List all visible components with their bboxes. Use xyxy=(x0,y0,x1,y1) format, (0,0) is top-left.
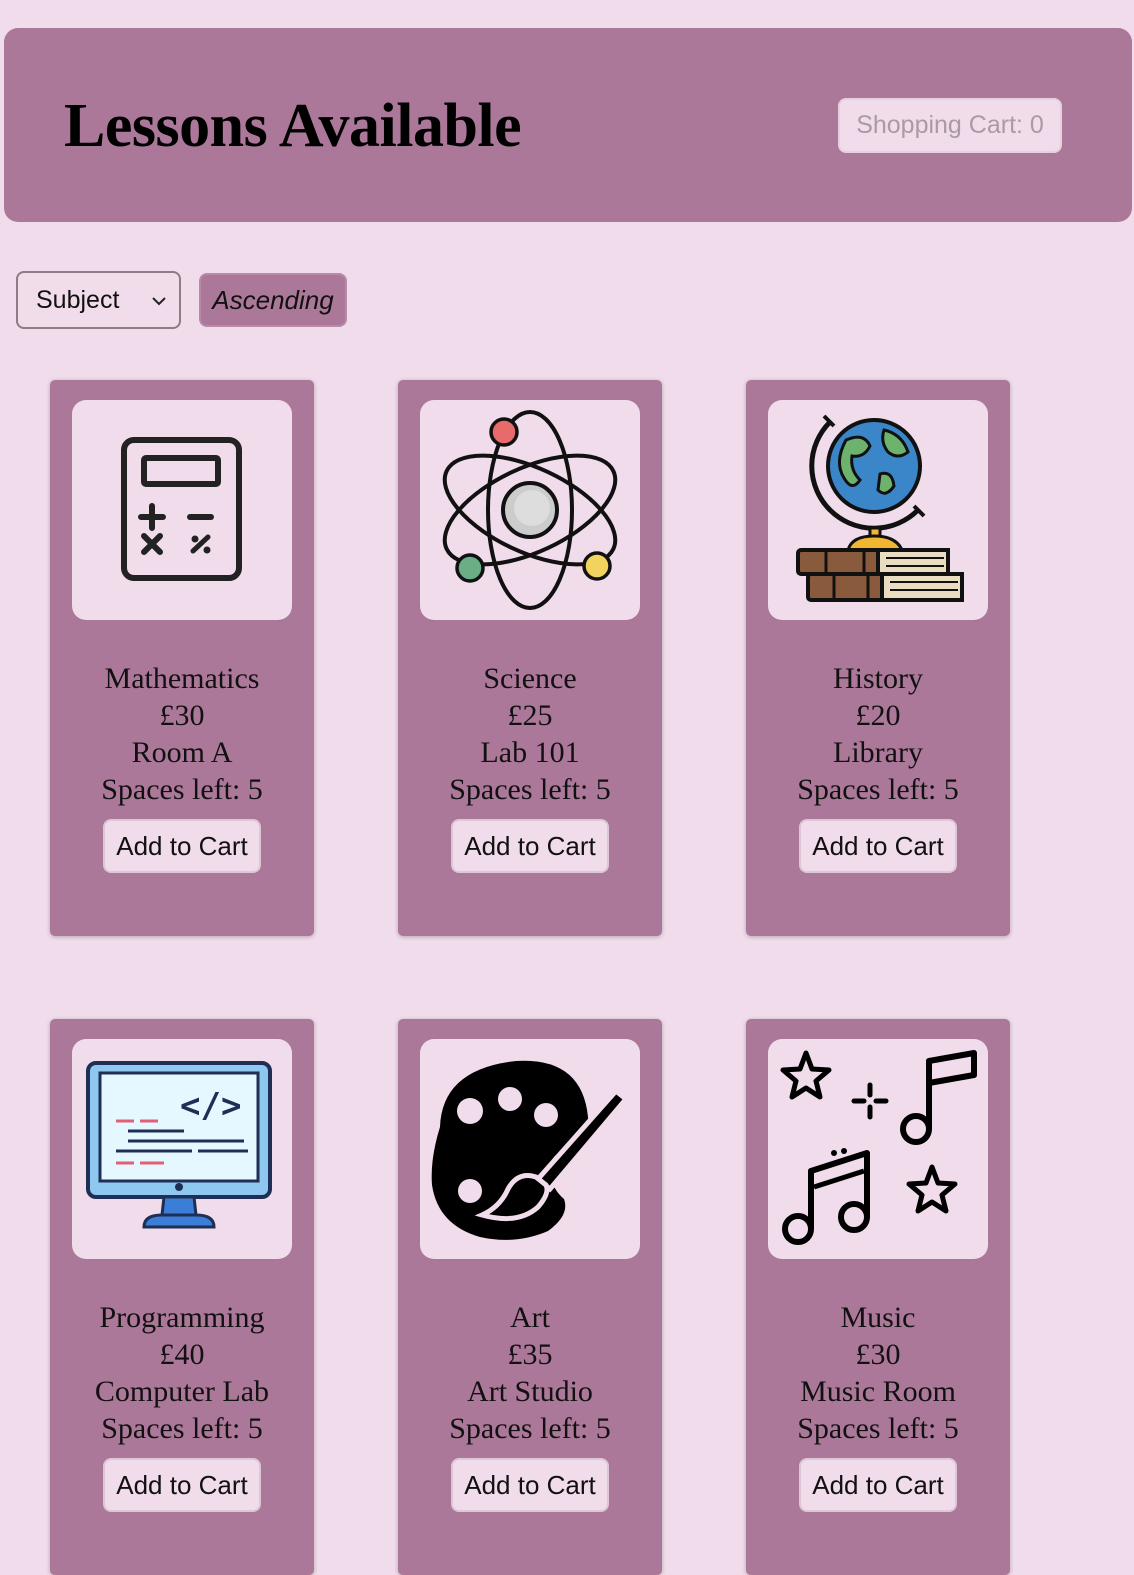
sort-field-value: Subject xyxy=(36,285,120,314)
svg-text:</>: </> xyxy=(180,1086,241,1126)
lesson-subject: History xyxy=(833,662,923,695)
lesson-price: £40 xyxy=(159,1338,205,1371)
lesson-image xyxy=(420,1039,640,1259)
lesson-info: Science £25 Lab 101 Spaces left: 5 xyxy=(398,660,662,808)
lesson-location: Lab 101 xyxy=(480,736,580,769)
add-to-cart-button[interactable]: Add to Cart xyxy=(103,1458,261,1512)
add-to-cart-button[interactable]: Add to Cart xyxy=(451,819,609,873)
lesson-info: Programming £40 Computer Lab Spaces left… xyxy=(50,1299,314,1447)
lesson-subject: Music xyxy=(840,1301,916,1334)
lesson-location: Art Studio xyxy=(467,1375,593,1408)
lesson-location: Library xyxy=(833,736,923,769)
lesson-info: Mathematics £30 Room A Spaces left: 5 xyxy=(50,660,314,808)
lesson-spaces: Spaces left: 5 xyxy=(797,1412,959,1445)
page-header: Lessons Available Shopping Cart: 0 xyxy=(4,28,1132,222)
lesson-subject: Programming xyxy=(99,1301,265,1334)
lesson-spaces: Spaces left: 5 xyxy=(101,1412,263,1445)
add-to-cart-button[interactable]: Add to Cart xyxy=(451,1458,609,1512)
code-monitor-icon: </> xyxy=(86,1061,272,1229)
lesson-card: History £20 Library Spaces left: 5 Add t… xyxy=(746,380,1010,936)
lesson-card: Mathematics £30 Room A Spaces left: 5 Ad… xyxy=(50,380,314,936)
lesson-info: History £20 Library Spaces left: 5 xyxy=(746,660,1010,808)
lesson-image xyxy=(72,400,292,620)
add-to-cart-button[interactable]: Add to Cart xyxy=(799,819,957,873)
music-notes-icon xyxy=(780,1050,977,1245)
lesson-location: Music Room xyxy=(800,1375,956,1408)
lesson-price: £20 xyxy=(855,699,901,732)
lesson-subject: Mathematics xyxy=(104,662,260,695)
lesson-spaces: Spaces left: 5 xyxy=(101,773,263,806)
lesson-card: Music £30 Music Room Spaces left: 5 Add … xyxy=(746,1019,1010,1575)
atom-icon xyxy=(442,410,618,610)
lesson-image: </> xyxy=(72,1039,292,1259)
lesson-spaces: Spaces left: 5 xyxy=(449,773,611,806)
lesson-subject: Science xyxy=(483,662,577,695)
chevron-down-icon xyxy=(152,297,166,306)
sort-order-button[interactable]: Ascending xyxy=(199,273,347,327)
lesson-image xyxy=(768,400,988,620)
sort-field-select[interactable]: Subject xyxy=(16,271,181,329)
add-to-cart-button[interactable]: Add to Cart xyxy=(799,1458,957,1512)
lesson-card: Science £25 Lab 101 Spaces left: 5 Add t… xyxy=(398,380,662,936)
lesson-price: £35 xyxy=(507,1338,553,1371)
shopping-cart-button[interactable]: Shopping Cart: 0 xyxy=(838,98,1062,153)
calculator-icon xyxy=(121,437,242,581)
lesson-price: £30 xyxy=(855,1338,901,1371)
lesson-info: Music £30 Music Room Spaces left: 5 xyxy=(746,1299,1010,1447)
lesson-spaces: Spaces left: 5 xyxy=(797,773,959,806)
lesson-image xyxy=(768,1039,988,1259)
lesson-card: </> Programming £40 Computer Lab Spaces … xyxy=(50,1019,314,1575)
lesson-subject: Art xyxy=(510,1301,550,1334)
globe-books-icon xyxy=(796,414,964,602)
lesson-price: £25 xyxy=(507,699,553,732)
palette-icon xyxy=(431,1060,630,1240)
lesson-info: Art £35 Art Studio Spaces left: 5 xyxy=(398,1299,662,1447)
lesson-spaces: Spaces left: 5 xyxy=(449,1412,611,1445)
lesson-image xyxy=(420,400,640,620)
lesson-location: Room A xyxy=(131,736,233,769)
lesson-price: £30 xyxy=(159,699,205,732)
lesson-location: Computer Lab xyxy=(94,1375,270,1408)
add-to-cart-button[interactable]: Add to Cart xyxy=(103,819,261,873)
lesson-card: Art £35 Art Studio Spaces left: 5 Add to… xyxy=(398,1019,662,1575)
page-title: Lessons Available xyxy=(64,92,522,160)
